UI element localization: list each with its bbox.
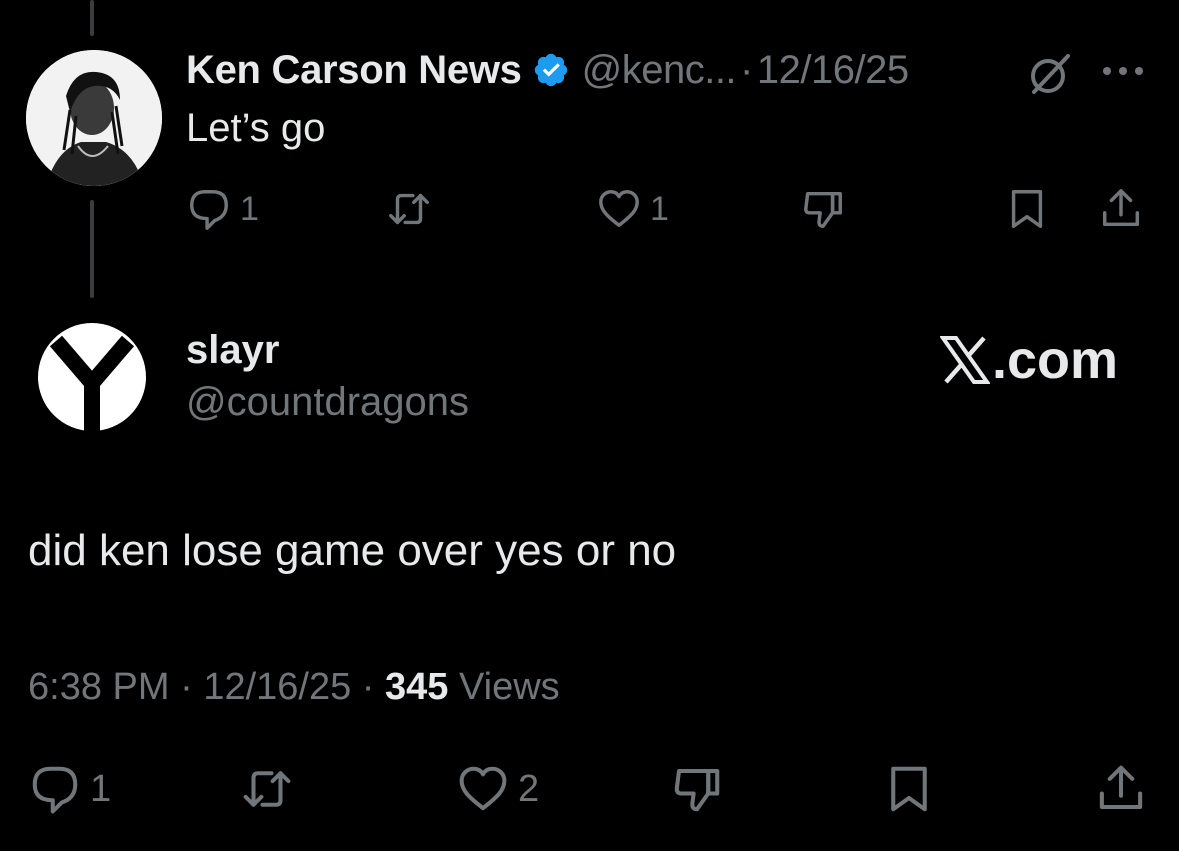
reply-handle[interactable]: @countdragons bbox=[186, 380, 469, 425]
parent-reply-count: 1 bbox=[240, 189, 259, 228]
timestamp-separator: · bbox=[361, 666, 375, 708]
reply-icon bbox=[190, 190, 228, 230]
grok-icon[interactable] bbox=[1026, 50, 1074, 98]
dislike-button[interactable] bbox=[670, 762, 724, 816]
bookmark-button[interactable] bbox=[882, 762, 936, 816]
retweet-button[interactable] bbox=[240, 762, 294, 816]
x-logo-icon bbox=[940, 336, 990, 384]
parent-bookmark-button[interactable] bbox=[1004, 186, 1050, 232]
meta-separator: · bbox=[740, 47, 753, 92]
x-com-text: .com bbox=[992, 330, 1119, 390]
reply-count: 1 bbox=[90, 767, 112, 810]
parent-date[interactable]: 12/16/25 bbox=[757, 48, 909, 93]
bookmark-icon bbox=[891, 766, 927, 812]
share-icon bbox=[1102, 189, 1140, 227]
parent-author-name[interactable]: Ken Carson News bbox=[186, 48, 522, 93]
parent-tweet-header: Ken Carson News @kenc... · 12/16/25 bbox=[186, 44, 909, 96]
share-icon bbox=[1099, 765, 1143, 810]
parent-dislike-button[interactable] bbox=[800, 186, 846, 232]
parent-author-avatar[interactable] bbox=[26, 50, 162, 186]
verified-badge-icon bbox=[534, 53, 567, 87]
like-icon bbox=[599, 190, 639, 228]
thread-line-top bbox=[90, 0, 94, 36]
dislike-icon bbox=[674, 768, 720, 812]
reply-author-name[interactable]: slayr bbox=[186, 328, 279, 373]
reply-author-avatar[interactable] bbox=[28, 313, 156, 441]
x-com-watermark: .com bbox=[940, 330, 1118, 390]
parent-share-button[interactable] bbox=[1098, 186, 1144, 232]
reply-button[interactable]: 1 bbox=[28, 762, 111, 816]
thread-line-bottom bbox=[90, 200, 94, 298]
tweet-date[interactable]: 12/16/25 bbox=[203, 666, 351, 708]
like-button[interactable]: 2 bbox=[456, 762, 539, 816]
tweet-timestamp-views: 6:38 PM · 12/16/25 · 345 Views bbox=[28, 666, 560, 709]
views-label: Views bbox=[458, 666, 560, 708]
parent-retweet-button[interactable] bbox=[386, 186, 432, 232]
timestamp-separator: · bbox=[180, 666, 193, 708]
parent-tweet-text: Let’s go bbox=[186, 106, 326, 150]
retweet-icon bbox=[389, 193, 429, 225]
parent-reply-button[interactable]: 1 bbox=[186, 186, 259, 232]
tweet-time[interactable]: 6:38 PM bbox=[28, 666, 170, 708]
views-count[interactable]: 345 bbox=[385, 666, 448, 708]
dislike-icon bbox=[804, 191, 842, 228]
reply-icon bbox=[32, 766, 78, 814]
reply-tweet-text: did ken lose game over yes or no bbox=[28, 526, 677, 575]
more-icon[interactable] bbox=[1100, 64, 1146, 78]
share-button[interactable] bbox=[1094, 762, 1148, 816]
like-icon bbox=[459, 766, 507, 811]
retweet-icon bbox=[243, 771, 291, 807]
parent-like-count: 1 bbox=[650, 189, 669, 228]
bookmark-icon bbox=[1011, 190, 1043, 228]
parent-like-button[interactable]: 1 bbox=[596, 186, 669, 232]
like-count: 2 bbox=[518, 767, 540, 810]
parent-handle[interactable]: @kenc... bbox=[582, 48, 737, 93]
